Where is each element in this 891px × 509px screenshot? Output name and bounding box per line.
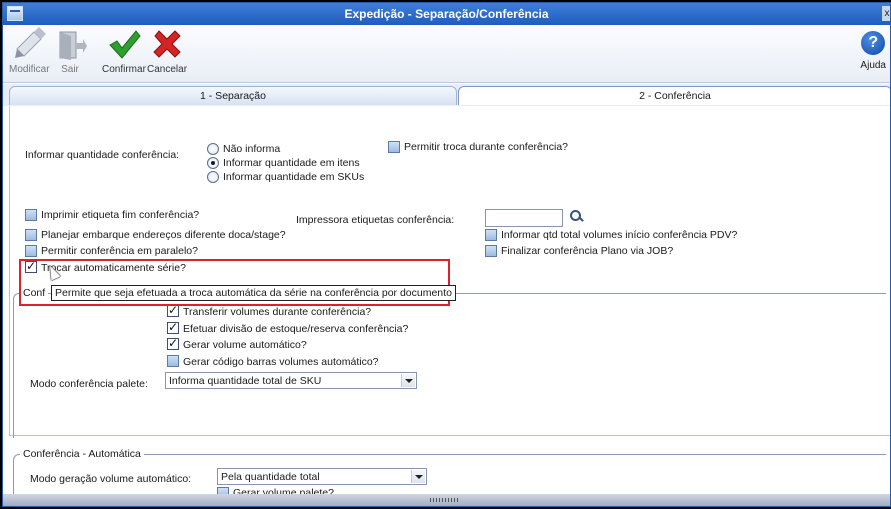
- transferir-volumes-checkbox[interactable]: [167, 303, 179, 317]
- ajuda-label: Ajuda: [860, 60, 886, 71]
- modo-palete-label: Modo conferência palete:: [30, 378, 148, 390]
- confirmar-button[interactable]: Confirmar: [102, 27, 146, 75]
- modificar-button[interactable]: Modificar: [9, 27, 50, 75]
- bottom-resize-bar: [3, 494, 890, 506]
- permitir-paralelo-label: Permitir conferência em paralelo?: [41, 245, 198, 257]
- close-icon[interactable]: x: [882, 6, 890, 21]
- window-title: Expedição - Separação/Conferência: [344, 7, 549, 21]
- chevron-down-icon: [411, 470, 425, 483]
- chevron-down-icon: [401, 374, 415, 387]
- edit-icon: [15, 27, 47, 58]
- radio-qtd-skus-label: Informar quantidade em SKUs: [223, 171, 365, 183]
- impressora-input[interactable]: [485, 209, 563, 227]
- tab-separacao[interactable]: 1 - Separação: [9, 86, 457, 105]
- finalizar-plano-label: Finalizar conferência Plano via JOB?: [501, 245, 674, 257]
- radio-qtd-skus[interactable]: [207, 171, 219, 183]
- modo-geracao-select[interactable]: Pela quantidade total: [217, 468, 427, 485]
- search-icon[interactable]: [569, 210, 583, 224]
- checkmark-icon: [109, 30, 141, 59]
- informar-qtd-label: Informar quantidade conferência:: [25, 149, 180, 161]
- modo-geracao-value: Pela quantidade total: [221, 471, 320, 483]
- modificar-label: Modificar: [9, 64, 50, 75]
- permitir-troca-label: Permitir troca durante conferência?: [404, 141, 568, 153]
- imprimir-etiqueta-checkbox[interactable]: [25, 209, 37, 221]
- cancel-x-icon: [153, 30, 181, 58]
- toolbar: Modificar Sair Confirmar Cancelar ? Ajud…: [3, 25, 890, 83]
- auto-group-title: Conferência - Automática: [20, 448, 144, 460]
- impressora-label: Impressora etiquetas conferência:: [296, 214, 455, 226]
- modo-palete-select[interactable]: Informa quantidade total de SKU: [165, 372, 417, 389]
- radio-nao-informa-label: Não informa: [223, 143, 281, 155]
- ajuda-button[interactable]: ? Ajuda: [860, 31, 886, 71]
- exit-door-icon: [59, 31, 87, 60]
- gerar-codigo-checkbox[interactable]: [167, 355, 179, 367]
- app-window: Expedição - Separação/Conferência x Modi…: [2, 2, 891, 507]
- efetuar-divisao-label: Efetuar divisão de estoque/reserva confe…: [183, 323, 409, 335]
- sair-button[interactable]: Sair: [53, 27, 87, 75]
- cancelar-button[interactable]: Cancelar: [147, 27, 187, 75]
- gerar-volume-label: Gerar volume automático?: [183, 339, 307, 351]
- finalizar-plano-checkbox[interactable]: [485, 245, 497, 257]
- modo-geracao-label: Modo geração volume automático:: [30, 473, 192, 485]
- cancelar-label: Cancelar: [147, 64, 188, 75]
- tab-content: Informar quantidade conferência: Não inf…: [3, 106, 890, 506]
- permitir-troca-checkbox[interactable]: [388, 141, 400, 153]
- informar-volumes-label: Informar qtd total volumes início confer…: [501, 229, 738, 241]
- tooltip: Permite que seja efetuada a troca automá…: [51, 285, 456, 301]
- help-icon: ?: [861, 31, 886, 55]
- title-bar: Expedição - Separação/Conferência x: [3, 3, 890, 25]
- planejar-embarque-label: Planejar embarque endereços diferente do…: [41, 229, 286, 241]
- tab-bar: 1 - Separação 2 - Conferência: [3, 84, 890, 106]
- radio-qtd-itens-label: Informar quantidade em itens: [223, 157, 360, 169]
- gerar-codigo-label: Gerar código barras volumes automático?: [183, 356, 379, 368]
- permitir-paralelo-checkbox[interactable]: [25, 245, 37, 257]
- grip-icon[interactable]: [430, 498, 458, 502]
- imprimir-etiqueta-label: Imprimir etiqueta fim conferência?: [41, 209, 200, 221]
- radio-nao-informa[interactable]: [207, 143, 219, 155]
- transferir-volumes-label: Transferir volumes durante conferência?: [183, 306, 372, 318]
- efetuar-divisao-checkbox[interactable]: [167, 320, 179, 334]
- radio-qtd-itens[interactable]: [207, 157, 219, 169]
- sair-label: Sair: [61, 64, 79, 75]
- gerar-volume-checkbox[interactable]: [167, 336, 179, 350]
- modo-palete-value: Informa quantidade total de SKU: [169, 375, 322, 387]
- tab-conferencia[interactable]: 2 - Conferência: [458, 86, 890, 105]
- confirmar-label: Confirmar: [102, 64, 146, 75]
- informar-volumes-checkbox[interactable]: [485, 229, 497, 241]
- planejar-embarque-checkbox[interactable]: [25, 229, 37, 241]
- conf-groupbox: Conf: [13, 287, 886, 438]
